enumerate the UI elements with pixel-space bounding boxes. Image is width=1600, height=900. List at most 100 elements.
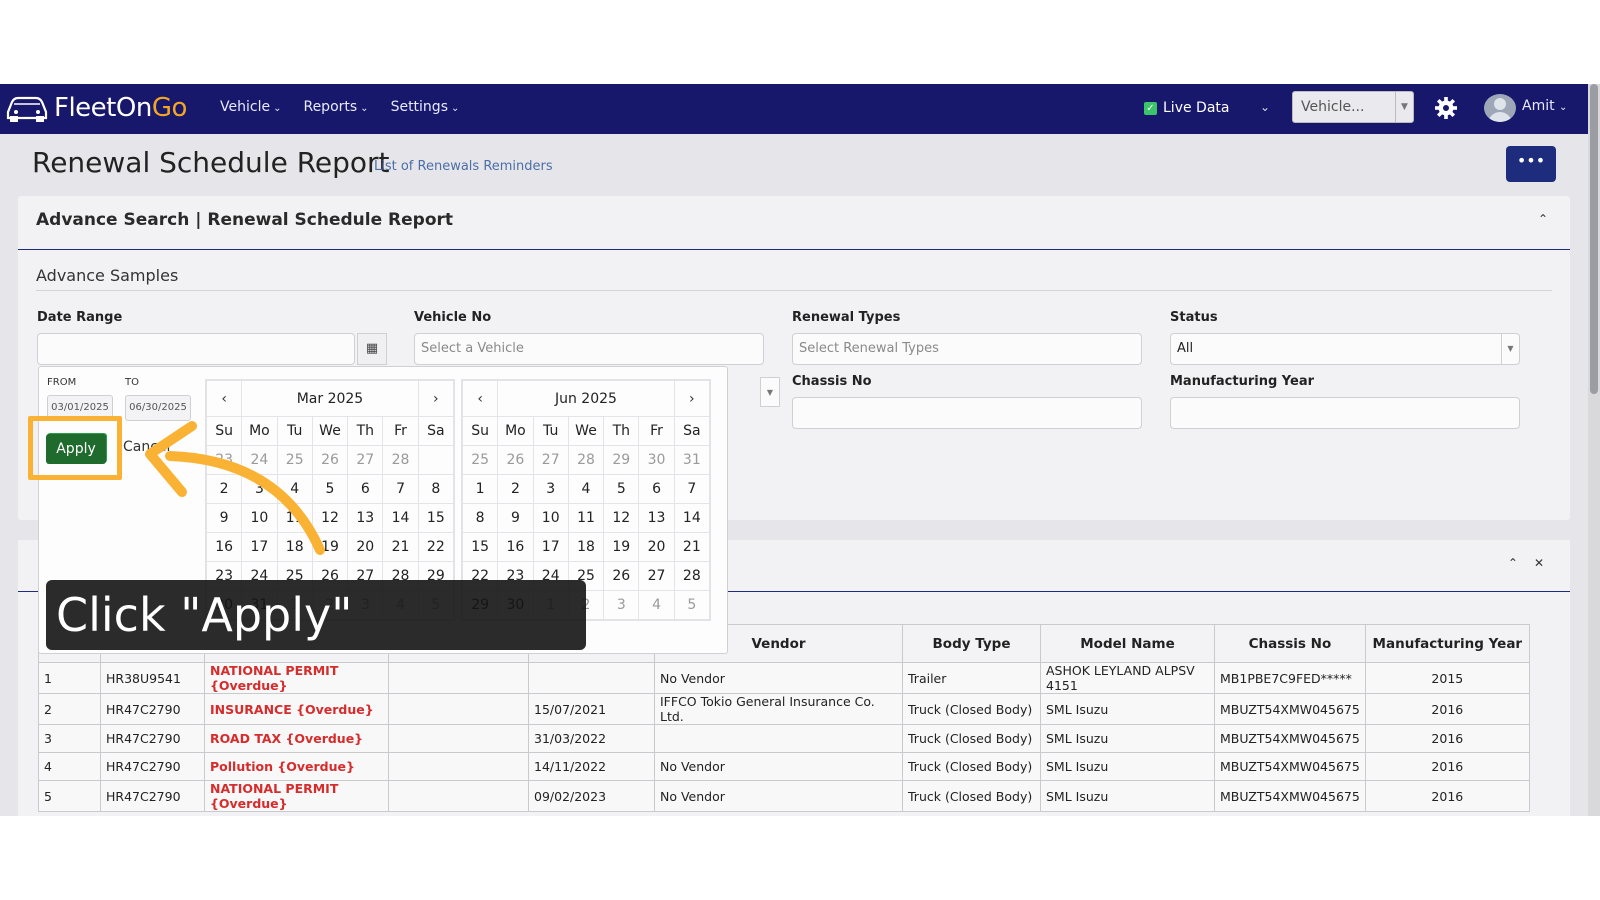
- next-month-icon[interactable]: ›: [673, 380, 711, 417]
- calendar-day[interactable]: 20: [638, 532, 675, 562]
- calendar-day[interactable]: 12: [603, 503, 640, 533]
- calendar-day[interactable]: 31: [673, 445, 711, 475]
- calendar-day: [417, 445, 455, 475]
- weekday-label: Th: [603, 416, 640, 446]
- user-menu[interactable]: Amit ⌄: [1522, 98, 1567, 114]
- calendar-day[interactable]: 3: [603, 590, 640, 620]
- calendar-day[interactable]: 27: [347, 445, 384, 475]
- calendar-day[interactable]: 5: [603, 474, 640, 504]
- live-data-toggle[interactable]: ✓ Live Data: [1144, 100, 1229, 116]
- calendar-day[interactable]: 19: [603, 532, 640, 562]
- calendar-day[interactable]: 7: [382, 474, 419, 504]
- collapse-icon[interactable]: ⌃: [1508, 556, 1518, 570]
- prev-month-icon[interactable]: ‹: [205, 380, 243, 417]
- menu-settings[interactable]: Settings ⌄: [391, 99, 460, 115]
- close-icon[interactable]: ✕: [1534, 556, 1544, 570]
- calendar-day[interactable]: 20: [347, 532, 384, 562]
- column-header[interactable]: Manufacturing Year: [1364, 624, 1530, 663]
- calendar-day[interactable]: 10: [532, 503, 569, 533]
- menu-vehicle[interactable]: Vehicle ⌄: [220, 99, 281, 115]
- dropdown-arrow-icon[interactable]: ▼: [760, 377, 780, 407]
- pointer-arrow-icon: [145, 421, 325, 555]
- calendar-day[interactable]: 22: [417, 532, 455, 562]
- table-row[interactable]: 5 HR47C2790 NATIONAL PERMIT {Overdue} 09/02…: [38, 780, 1530, 812]
- column-header[interactable]: Body Type: [902, 624, 1041, 663]
- renewal-types-select[interactable]: Select Renewal Types: [792, 333, 1142, 365]
- calendar-day[interactable]: 11: [567, 503, 605, 533]
- calendar-day[interactable]: 26: [603, 561, 640, 591]
- calendar-day[interactable]: 14: [673, 503, 711, 533]
- status-select[interactable]: All ▼: [1170, 333, 1520, 365]
- calendar-day[interactable]: 4: [638, 590, 675, 620]
- chevron-down-icon[interactable]: ⌄: [1260, 100, 1270, 114]
- page-title: Renewal Schedule Report: [32, 146, 390, 179]
- dropdown-arrow-icon[interactable]: ▼: [1395, 92, 1413, 122]
- calendar-day[interactable]: 15: [461, 532, 499, 562]
- highlighted-apply-button[interactable]: Apply: [46, 434, 106, 464]
- card-header: Advance Search | Renewal Schedule Report…: [18, 196, 1570, 250]
- calendar-day[interactable]: 25: [461, 445, 499, 475]
- app-screen: FleetOnGo Vehicle ⌄ Reports ⌄ Settings ⌄ ✓ …: [0, 84, 1600, 816]
- calendar-day[interactable]: 21: [382, 532, 419, 562]
- more-options-button[interactable]: •••: [1506, 146, 1556, 182]
- dropdown-arrow-icon[interactable]: ▼: [1501, 334, 1519, 364]
- calendar-day[interactable]: 28: [673, 561, 711, 591]
- calendar-day[interactable]: 9: [497, 503, 534, 533]
- vehicle-no-select[interactable]: Select a Vehicle: [414, 333, 764, 365]
- calendar-day[interactable]: 4: [567, 474, 605, 504]
- calendar-day[interactable]: 5: [673, 590, 711, 620]
- calendar-day[interactable]: 21: [673, 532, 711, 562]
- chevron-down-icon: ⌄: [450, 103, 460, 114]
- scrollbar-thumb[interactable]: [1590, 84, 1598, 394]
- to-label: TO: [125, 377, 139, 388]
- status-value: All: [1177, 341, 1194, 356]
- menu-reports[interactable]: Reports ⌄: [303, 99, 368, 115]
- calendar-day[interactable]: 17: [532, 532, 569, 562]
- collapse-icon[interactable]: ⌃: [1538, 212, 1548, 226]
- table-row[interactable]: 2 HR47C2790 INSURANCE {Overdue} 15/07/2021 I…: [38, 693, 1530, 725]
- calendar-day[interactable]: 6: [347, 474, 384, 504]
- to-date-input[interactable]: 06/30/2025: [125, 395, 191, 421]
- calendar-day[interactable]: 1: [461, 474, 499, 504]
- calendar-day[interactable]: 6: [638, 474, 675, 504]
- calendar-day[interactable]: 27: [532, 445, 569, 475]
- calendar-day[interactable]: 13: [347, 503, 384, 533]
- calendar-day[interactable]: 27: [638, 561, 675, 591]
- calendar-day[interactable]: 2: [497, 474, 534, 504]
- brand-logo[interactable]: FleetOnGo: [4, 90, 187, 126]
- calendar-day[interactable]: 13: [638, 503, 675, 533]
- calendar-icon[interactable]: ▦: [357, 333, 387, 365]
- calendar-day[interactable]: 3: [532, 474, 569, 504]
- column-header[interactable]: Model Name: [1040, 624, 1215, 663]
- checkbox-checked-icon[interactable]: ✓: [1144, 101, 1157, 115]
- table-cell: [388, 724, 529, 753]
- calendar-day[interactable]: 8: [417, 474, 455, 504]
- table-row[interactable]: 3 HR47C2790 ROAD TAX {Overdue} 31/03/2022 Tr…: [38, 724, 1530, 753]
- prev-month-icon[interactable]: ‹: [461, 380, 499, 417]
- mfg-year-input[interactable]: [1170, 397, 1520, 429]
- calendar-day[interactable]: 14: [382, 503, 419, 533]
- calendar-day[interactable]: 29: [603, 445, 640, 475]
- calendar-day[interactable]: 18: [567, 532, 605, 562]
- vehicle-select[interactable]: Vehicle... ▼: [1292, 91, 1414, 123]
- page-scrollbar[interactable]: [1588, 84, 1600, 816]
- column-header[interactable]: Chassis No: [1214, 624, 1366, 663]
- chassis-no-input[interactable]: [792, 397, 1142, 429]
- calendar-day[interactable]: 30: [638, 445, 675, 475]
- table-cell: No Vendor: [654, 780, 903, 812]
- calendar-day[interactable]: 26: [497, 445, 534, 475]
- avatar[interactable]: [1484, 94, 1516, 122]
- table-cell: MB1PBE7C9FED*****: [1214, 662, 1366, 694]
- next-month-icon[interactable]: ›: [417, 380, 455, 417]
- table-cell: 3: [38, 724, 101, 753]
- table-row[interactable]: 1 HR38U9541 NATIONAL PERMIT {Overdue} No Ve…: [38, 662, 1530, 694]
- calendar-day[interactable]: 7: [673, 474, 711, 504]
- calendar-day[interactable]: 28: [382, 445, 419, 475]
- calendar-day[interactable]: 28: [567, 445, 605, 475]
- gear-icon[interactable]: [1434, 96, 1458, 120]
- calendar-day[interactable]: 8: [461, 503, 499, 533]
- calendar-day[interactable]: 15: [417, 503, 455, 533]
- date-range-input[interactable]: [37, 333, 355, 365]
- table-row[interactable]: 4 HR47C2790 Pollution {Overdue} 14/11/2022 N…: [38, 752, 1530, 781]
- calendar-day[interactable]: 16: [497, 532, 534, 562]
